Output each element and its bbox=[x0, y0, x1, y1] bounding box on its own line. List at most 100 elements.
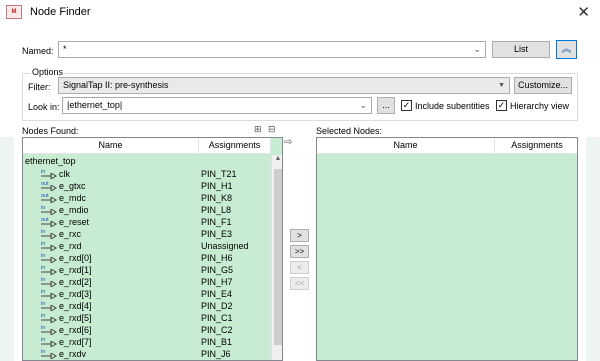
node-row[interactable]: in e_rxd[5] PIN_C1 bbox=[23, 312, 269, 324]
browse-button[interactable]: ... bbox=[377, 97, 395, 114]
node-assignment: PIN_K8 bbox=[201, 193, 233, 203]
node-assignment: PIN_E4 bbox=[201, 289, 233, 299]
vertical-scrollbar[interactable]: ▲ bbox=[271, 155, 282, 360]
selected-nodes-label: Selected Nodes: bbox=[316, 126, 383, 136]
node-row[interactable]: io e_mdio PIN_L8 bbox=[23, 204, 269, 216]
node-row[interactable]: out e_gtxc PIN_H1 bbox=[23, 180, 269, 192]
filter-select[interactable]: SignalTap II: pre-synthesis ▼ bbox=[58, 77, 510, 94]
node-row[interactable]: in e_rxd[7] PIN_B1 bbox=[23, 336, 269, 348]
node-assignment: PIN_D2 bbox=[201, 301, 233, 311]
nodes-found-label: Nodes Found: bbox=[22, 126, 79, 136]
remove-selected-button[interactable]: < bbox=[290, 261, 309, 274]
tree-root-node[interactable]: ethernet_top bbox=[25, 156, 76, 166]
node-assignment: PIN_J6 bbox=[201, 349, 231, 359]
node-name: e_rxd[0] bbox=[59, 253, 92, 263]
node-assignment: Unassigned bbox=[201, 241, 249, 251]
include-subentities-label: Include subentities bbox=[415, 101, 490, 111]
node-name: clk bbox=[59, 169, 70, 179]
node-name: e_rxd[4] bbox=[59, 301, 92, 311]
input-pin-icon: in bbox=[41, 348, 59, 360]
window-title: Node Finder bbox=[30, 6, 91, 18]
node-assignment: PIN_B1 bbox=[201, 337, 233, 347]
node-name: e_rxc bbox=[59, 229, 82, 239]
node-name: e_rxdv bbox=[59, 349, 87, 359]
add-selected-button[interactable]: > bbox=[290, 229, 309, 242]
node-assignment: PIN_C2 bbox=[201, 325, 233, 335]
node-assignment: PIN_G5 bbox=[201, 265, 234, 275]
nodes-found-header: Name Assignments bbox=[23, 138, 271, 154]
node-row[interactable]: out e_reset PIN_F1 bbox=[23, 216, 269, 228]
filter-value: SignalTap II: pre-synthesis bbox=[63, 80, 169, 90]
node-assignment: PIN_E3 bbox=[201, 229, 233, 239]
checkmark-icon: ✓ bbox=[402, 100, 411, 110]
column-header-name[interactable]: Name bbox=[23, 138, 199, 153]
filter-label: Filter: bbox=[28, 82, 51, 92]
node-name: e_rxd[6] bbox=[59, 325, 92, 335]
named-label: Named: bbox=[22, 46, 54, 56]
node-assignment: PIN_T21 bbox=[201, 169, 237, 179]
node-assignment: PIN_F1 bbox=[201, 217, 232, 227]
node-row[interactable]: in e_rxd[4] PIN_D2 bbox=[23, 300, 269, 312]
node-row[interactable]: in e_rxd Unassigned bbox=[23, 240, 269, 252]
chevron-down-icon[interactable]: ⌄ bbox=[473, 42, 481, 57]
chevron-down-icon[interactable]: ⌄ bbox=[359, 98, 367, 113]
selected-nodes-list[interactable]: Name Assignments bbox=[316, 137, 578, 361]
collapse-options-button[interactable]: ︽ bbox=[556, 40, 577, 59]
node-row[interactable]: in e_rxd[3] PIN_E4 bbox=[23, 288, 269, 300]
add-all-button[interactable]: >> bbox=[290, 245, 309, 258]
node-name: e_rxd bbox=[59, 241, 82, 251]
node-name: e_rxd[5] bbox=[59, 313, 92, 323]
node-row[interactable]: in e_rxdv PIN_J6 bbox=[23, 348, 269, 360]
node-name: e_mdc bbox=[59, 193, 87, 203]
node-name: e_rxd[3] bbox=[59, 289, 92, 299]
scroll-up-icon[interactable]: ▲ bbox=[272, 155, 282, 167]
named-input[interactable]: * ⌄ bbox=[58, 41, 486, 58]
node-assignment: PIN_H1 bbox=[201, 181, 233, 191]
node-assignment: PIN_L8 bbox=[201, 205, 232, 215]
nodes-found-list[interactable]: Name Assignments ethernet_top in clk PIN_T… bbox=[22, 137, 283, 361]
node-row[interactable]: in clk PIN_T21 bbox=[23, 168, 269, 180]
column-header-name[interactable]: Name bbox=[317, 138, 495, 153]
selected-nodes-header: Name Assignments bbox=[317, 138, 577, 154]
node-row[interactable]: in e_rxd[1] PIN_G5 bbox=[23, 264, 269, 276]
column-header-assignments[interactable]: Assignments bbox=[495, 138, 577, 153]
node-name: e_rxd[2] bbox=[59, 277, 92, 287]
copy-to-selection-icon[interactable]: ⇨ bbox=[284, 137, 292, 148]
double-chevron-up-icon: ︽ bbox=[561, 44, 572, 55]
quartus-icon: M bbox=[6, 5, 22, 19]
scrollbar-thumb[interactable] bbox=[274, 169, 282, 345]
node-assignment: PIN_H7 bbox=[201, 277, 233, 287]
close-icon[interactable]: ✕ bbox=[577, 3, 590, 21]
title-bar: M Node Finder ✕ bbox=[0, 0, 600, 26]
node-name: e_reset bbox=[59, 217, 90, 227]
node-name: e_gtxc bbox=[59, 181, 86, 191]
node-row[interactable]: in e_rxd[2] PIN_H7 bbox=[23, 276, 269, 288]
remove-all-button[interactable]: << bbox=[290, 277, 309, 290]
hierarchy-view-label: Hierarchy view bbox=[510, 101, 570, 111]
node-row[interactable]: in e_rxd[6] PIN_C2 bbox=[23, 324, 269, 336]
collapse-all-icon[interactable]: ⊟ bbox=[268, 124, 276, 135]
node-name: e_rxd[1] bbox=[59, 265, 92, 275]
include-subentities-checkbox[interactable]: ✓ bbox=[401, 100, 412, 111]
list-button[interactable]: List bbox=[492, 41, 550, 58]
checkmark-icon: ✓ bbox=[497, 100, 506, 110]
background-strip bbox=[0, 137, 14, 361]
expand-all-icon[interactable]: ⊞ bbox=[254, 124, 262, 135]
options-group-label: Options bbox=[30, 67, 66, 77]
dropdown-arrow-icon[interactable]: ▼ bbox=[498, 78, 505, 93]
hierarchy-view-checkbox[interactable]: ✓ bbox=[496, 100, 507, 111]
column-header-assignments[interactable]: Assignments bbox=[199, 138, 271, 153]
node-name: e_mdio bbox=[59, 205, 89, 215]
lookin-label: Look in: bbox=[28, 102, 60, 112]
customize-button[interactable]: Customize... bbox=[514, 77, 572, 94]
node-name: e_rxd[7] bbox=[59, 337, 92, 347]
background-strip bbox=[586, 137, 600, 361]
node-row[interactable]: out e_mdc PIN_K8 bbox=[23, 192, 269, 204]
node-row[interactable]: in e_rxd[0] PIN_H6 bbox=[23, 252, 269, 264]
named-value: * bbox=[63, 44, 67, 54]
node-assignment: PIN_C1 bbox=[201, 313, 233, 323]
lookin-value: |ethernet_top| bbox=[67, 100, 123, 110]
lookin-input[interactable]: |ethernet_top| ⌄ bbox=[62, 97, 372, 114]
node-row[interactable]: in e_rxc PIN_E3 bbox=[23, 228, 269, 240]
node-assignment: PIN_H6 bbox=[201, 253, 233, 263]
